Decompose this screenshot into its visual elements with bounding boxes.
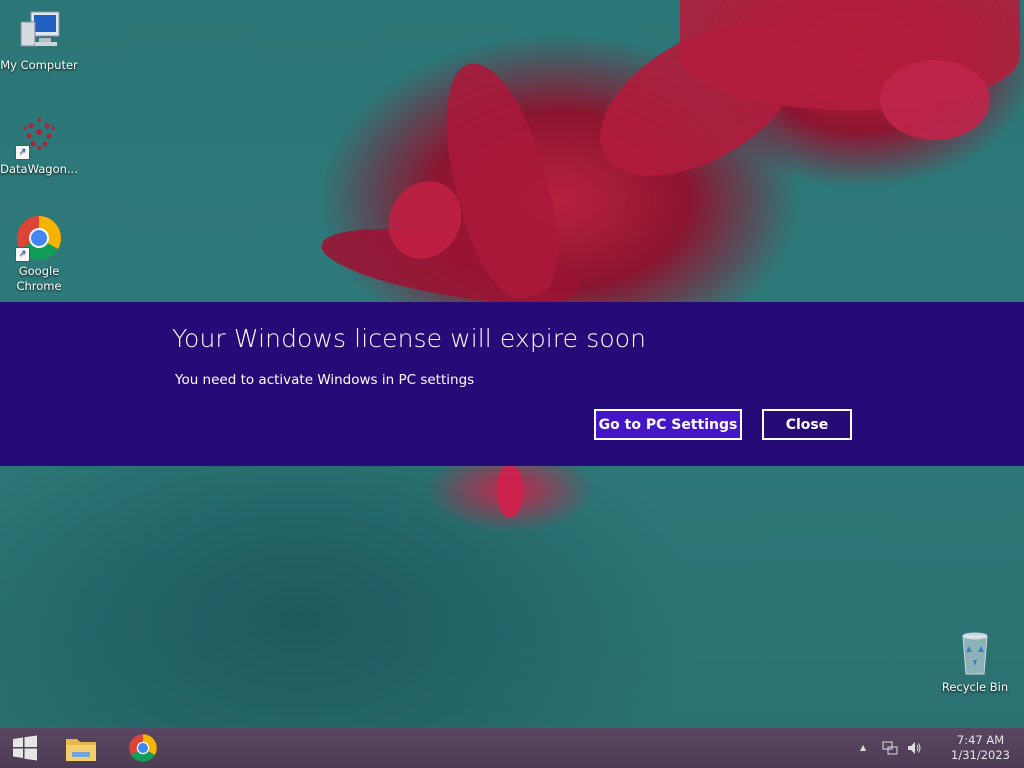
windows-logo-icon bbox=[13, 735, 37, 761]
desktop-icon-label: My Computer bbox=[0, 58, 78, 72]
desktop-icon-label: Recycle Bin bbox=[941, 680, 1009, 694]
system-tray: ▲ 7:47 AM 1/31/2023 bbox=[854, 728, 1024, 768]
go-to-pc-settings-button[interactable]: Go to PC Settings bbox=[594, 409, 742, 440]
chrome-icon bbox=[129, 734, 157, 762]
desktop-icon-recycle-bin[interactable]: Recycle Bin bbox=[936, 630, 1014, 695]
taskbar-file-explorer[interactable] bbox=[56, 728, 106, 768]
datawagon-icon: ↗ bbox=[15, 112, 63, 160]
desktop-icon-label: DataWagon... bbox=[0, 162, 78, 176]
taskbar-chrome[interactable] bbox=[118, 728, 168, 768]
wallpaper-petal bbox=[497, 466, 523, 518]
show-hidden-icons-button[interactable]: ▲ bbox=[860, 743, 866, 752]
volume-icon[interactable] bbox=[906, 740, 922, 759]
recycle-bin-icon bbox=[951, 630, 999, 678]
network-icon[interactable] bbox=[882, 740, 898, 759]
clock-date: 1/31/2023 bbox=[951, 748, 1010, 762]
wallpaper-petal bbox=[880, 60, 990, 140]
shortcut-arrow-icon: ↗ bbox=[15, 145, 30, 160]
chrome-icon: ↗ bbox=[15, 214, 63, 262]
desktop-icon-my-computer[interactable]: My Computer bbox=[0, 8, 78, 73]
folder-icon bbox=[66, 739, 96, 761]
shortcut-arrow-icon: ↗ bbox=[15, 247, 30, 262]
desktop-icon-datawagon[interactable]: ↗ DataWagon... bbox=[0, 112, 78, 177]
close-button[interactable]: Close bbox=[762, 409, 852, 440]
taskbar: ▲ 7:47 AM 1/31/2023 bbox=[0, 728, 1024, 768]
banner-title: Your Windows license will expire soon bbox=[172, 324, 647, 353]
computer-icon bbox=[15, 8, 63, 56]
desktop-icon-google-chrome[interactable]: ↗ Google Chrome bbox=[0, 214, 78, 294]
clock-time: 7:47 AM bbox=[956, 733, 1005, 747]
activation-banner: Your Windows license will expire soon Yo… bbox=[0, 302, 1024, 466]
clock[interactable]: 7:47 AM 1/31/2023 bbox=[951, 733, 1010, 763]
desktop-icon-label: Google Chrome bbox=[16, 264, 62, 293]
start-button[interactable] bbox=[0, 728, 50, 768]
banner-message: You need to activate Windows in PC setti… bbox=[175, 372, 475, 388]
